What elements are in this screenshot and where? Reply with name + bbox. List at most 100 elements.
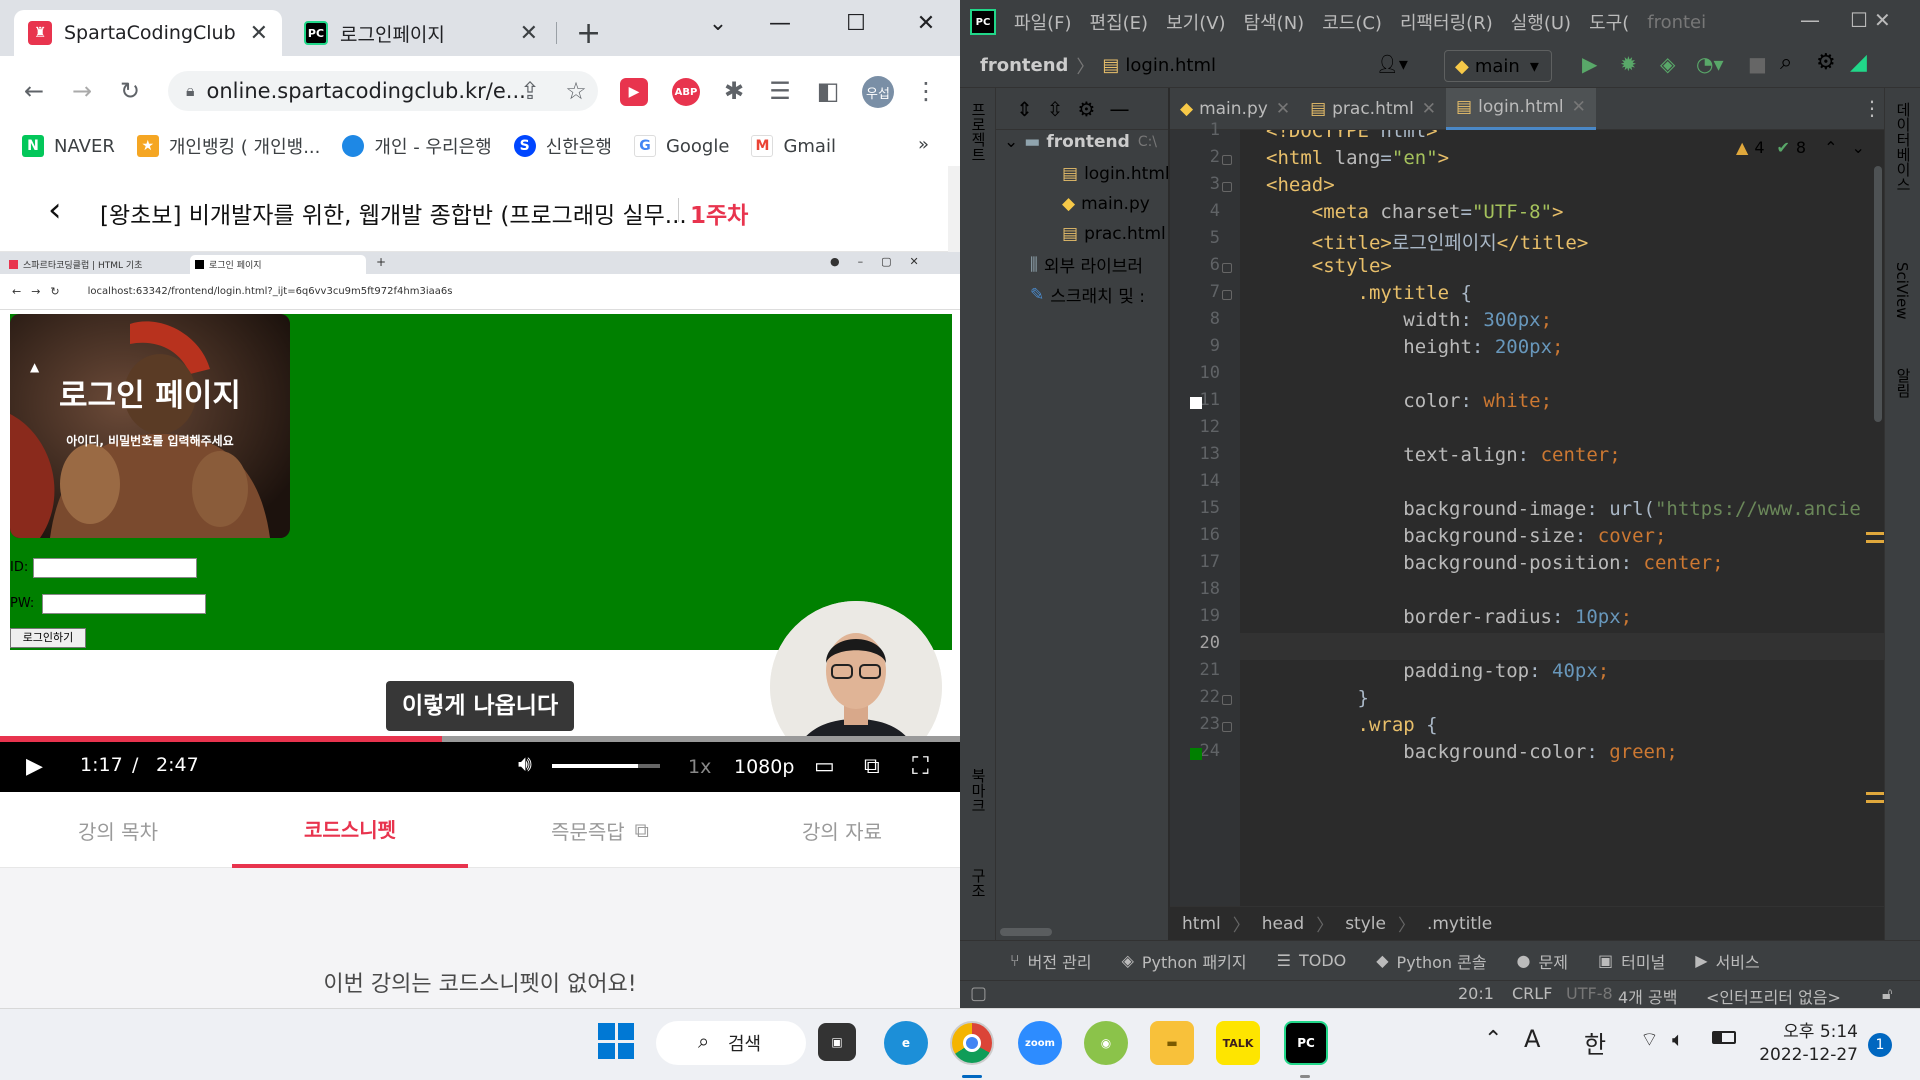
- run-config-selector[interactable]: ◆ main ▾: [1444, 50, 1552, 82]
- profile-run-icon[interactable]: ◔▾: [1696, 52, 1724, 76]
- tool-terminal[interactable]: ▣ 터미널: [1598, 949, 1665, 973]
- inspection-widget[interactable]: ▲ 4 ✔ 8 ⌃ ⌄: [1736, 138, 1865, 157]
- pycharm-taskbar-icon[interactable]: PC: [1284, 1021, 1328, 1065]
- login-button[interactable]: 로그인하기: [10, 628, 86, 648]
- browser-tab-spartacodingclub[interactable]: ♜ SpartaCodingClub ✕: [14, 10, 282, 56]
- tool-python-packages[interactable]: ◈ Python 패키지: [1122, 949, 1247, 973]
- collapse-all-icon[interactable]: ⇳: [1047, 97, 1064, 121]
- bookmarks-overflow-icon[interactable]: »: [918, 134, 929, 155]
- battery-icon[interactable]: [1712, 1031, 1736, 1044]
- close-tab-icon[interactable]: ✕: [1572, 97, 1586, 117]
- search-everywhere-icon[interactable]: ⌕: [1780, 50, 1792, 75]
- wifi-icon[interactable]: ⌔: [1640, 1027, 1659, 1052]
- tool-python-console[interactable]: ◆ Python 콘솔: [1376, 949, 1486, 973]
- bookmark-woori-bank[interactable]: 개인 - 우리은행: [342, 133, 492, 159]
- adblock-icon[interactable]: ABP: [672, 78, 700, 106]
- tree-file[interactable]: ▤ prac.html: [1062, 224, 1166, 244]
- nav-file[interactable]: login.html: [1125, 55, 1216, 76]
- bookmark-google[interactable]: G Google: [633, 135, 729, 157]
- debug-icon[interactable]: ✹: [1620, 52, 1637, 76]
- menu-tools[interactable]: 도구(: [1589, 9, 1629, 35]
- bookmark-star-icon[interactable]: ☆: [558, 73, 594, 109]
- color-swatch-icon[interactable]: [1190, 748, 1202, 760]
- tab-lecture-toc[interactable]: 강의 목차: [0, 792, 236, 868]
- tree-file[interactable]: ◆ main.py: [1062, 194, 1150, 214]
- panel-options-gear-icon[interactable]: ⚙: [1078, 97, 1096, 121]
- indent-setting[interactable]: 4개 공백: [1618, 984, 1677, 1008]
- minimize-icon[interactable]: —: [754, 8, 806, 38]
- bookmark-personal-banking[interactable]: ★ 개인뱅킹 ( 개인뱅...: [136, 133, 320, 159]
- close-tab-icon[interactable]: ✕: [250, 21, 268, 46]
- file-explorer-icon[interactable]: ▬: [1150, 1021, 1194, 1065]
- chrome-icon[interactable]: [950, 1021, 994, 1065]
- tab-search-icon[interactable]: ⌄: [692, 8, 744, 38]
- speaker-icon[interactable]: 🔈︎: [1672, 1027, 1684, 1051]
- reload-icon[interactable]: ↻: [112, 73, 148, 109]
- taskbar-search[interactable]: ⌕ 검색: [656, 1021, 806, 1065]
- forward-icon[interactable]: →: [64, 73, 100, 109]
- code-editor[interactable]: <!DOCTYPE html> <html lang="en"> <head> <m…: [1240, 130, 1884, 906]
- profile-avatar[interactable]: 우섭: [862, 76, 894, 108]
- bookmark-gmail[interactable]: M Gmail: [751, 135, 836, 157]
- fold-marker-icon[interactable]: [1222, 695, 1232, 705]
- warning-marker[interactable]: [1866, 800, 1884, 803]
- tree-file[interactable]: ▤ login.html: [1062, 164, 1170, 184]
- settings-gear-icon[interactable]: ⚙: [1816, 50, 1836, 75]
- interpreter-selector[interactable]: <인터프리터 없음>: [1706, 984, 1841, 1008]
- task-view-icon[interactable]: ▣: [818, 1023, 856, 1061]
- playback-speed[interactable]: 1x: [688, 756, 711, 778]
- clock-time[interactable]: 오후 5:14: [1758, 1017, 1858, 1042]
- side-panel-icon[interactable]: ◧: [810, 73, 846, 109]
- menu-code[interactable]: 코드(C): [1322, 9, 1382, 35]
- warning-marker[interactable]: [1866, 540, 1884, 543]
- bookmark-shinhan-bank[interactable]: S 신한은행: [513, 133, 612, 159]
- id-input[interactable]: [33, 558, 197, 578]
- crumb[interactable]: style: [1345, 914, 1386, 934]
- line-separator[interactable]: CRLF: [1512, 984, 1552, 1003]
- subtitles-icon[interactable]: ▭: [814, 754, 835, 779]
- tab-instant-qna[interactable]: 즉문즉답 ⧉: [482, 792, 718, 868]
- editor-scrollbar[interactable]: [1874, 166, 1882, 422]
- fold-marker-icon[interactable]: [1222, 263, 1232, 273]
- tree-root[interactable]: ⌄ ▬ frontend C:\: [1004, 132, 1157, 152]
- menu-edit[interactable]: 편집(E): [1090, 9, 1149, 35]
- ide-minimize-icon[interactable]: —: [1800, 8, 1820, 32]
- fold-marker-icon[interactable]: [1222, 182, 1232, 192]
- tab-lecture-materials[interactable]: 강의 자료: [724, 792, 960, 868]
- extensions-puzzle-icon[interactable]: ✱: [716, 73, 752, 109]
- hide-panel-icon[interactable]: —: [1109, 97, 1129, 121]
- pip-icon[interactable]: ⧉: [864, 754, 880, 779]
- color-swatch-icon[interactable]: [1190, 397, 1202, 409]
- close-tab-icon[interactable]: ✕: [1422, 99, 1436, 119]
- crumb[interactable]: head: [1262, 914, 1304, 934]
- tool-notifications[interactable]: 알림: [1893, 368, 1914, 398]
- back-arrow-icon[interactable]: ‹: [48, 190, 62, 230]
- editor-tab-main-py[interactable]: ◆ main.py ✕: [1170, 88, 1300, 130]
- crumb[interactable]: .mytitle: [1427, 914, 1492, 934]
- chrome-menu-icon[interactable]: ⋮: [908, 73, 944, 109]
- file-encoding[interactable]: UTF-8: [1566, 984, 1613, 1003]
- tool-services[interactable]: ▶ 서비스: [1695, 949, 1759, 973]
- extension-video-icon[interactable]: ▶: [620, 78, 648, 106]
- menu-file[interactable]: 파일(F): [1014, 9, 1072, 35]
- close-tab-icon[interactable]: ✕: [1276, 99, 1290, 119]
- prev-highlight-icon[interactable]: ⌃: [1824, 138, 1837, 157]
- back-icon[interactable]: ←: [16, 73, 52, 109]
- tree-scratches[interactable]: ✎ 스크래치 및 :: [1030, 282, 1145, 308]
- editor-tab-login-html[interactable]: ▤ login.html ✕: [1446, 87, 1596, 130]
- crumb[interactable]: html: [1182, 914, 1221, 934]
- ide-maximize-icon[interactable]: ☐: [1850, 8, 1868, 32]
- jetbrains-toolbox-icon[interactable]: ◢: [1850, 50, 1867, 75]
- tool-version-control[interactable]: ⑂ 버전 관리: [1010, 949, 1092, 973]
- user-icon[interactable]: 👤︎▾: [1376, 54, 1408, 75]
- clock-date[interactable]: 2022-12-27: [1758, 1045, 1858, 1065]
- lock-icon[interactable]: 🔓︎: [1882, 984, 1892, 1004]
- tool-sciview[interactable]: SciView: [1893, 262, 1911, 320]
- notification-badge[interactable]: 1: [1868, 1033, 1892, 1057]
- page-scrollbar[interactable]: [948, 166, 960, 252]
- pw-input[interactable]: [42, 594, 206, 614]
- tree-external-libraries[interactable]: ⫼ 외부 라이브러: [1030, 252, 1143, 278]
- close-tab-icon[interactable]: ✕: [520, 21, 538, 46]
- run-icon[interactable]: ▶: [1582, 52, 1597, 76]
- menu-view[interactable]: 보기(V): [1166, 9, 1225, 35]
